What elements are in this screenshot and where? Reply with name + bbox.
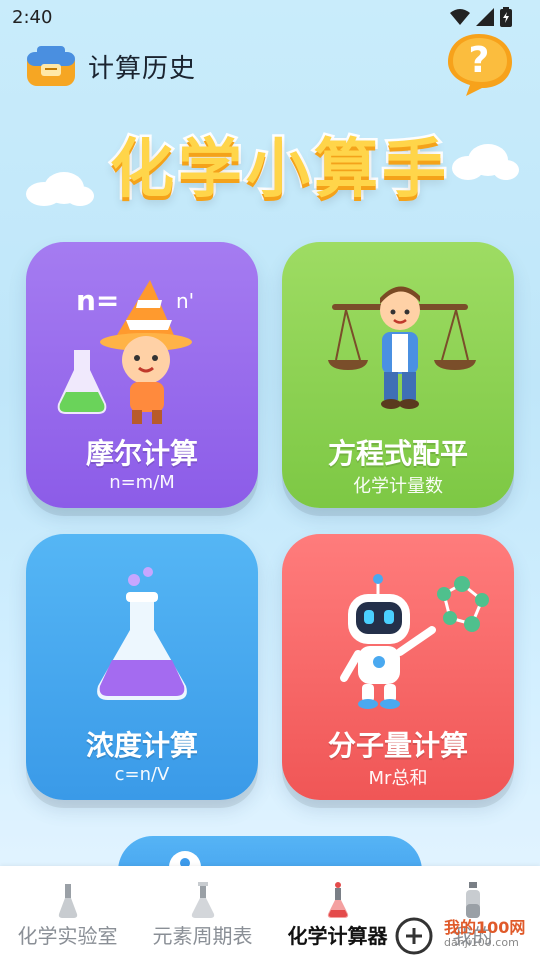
nav-label-calculator: 化学计算器: [287, 924, 388, 948]
balance-card-title: 方程式配平: [327, 437, 468, 470]
concentration-card-title: 浓度计算: [85, 729, 198, 762]
cellular-signal-icon: [476, 8, 494, 26]
mole-card-subtitle: n=m/M: [109, 472, 175, 493]
banner-title: 化学小算手: [108, 131, 450, 210]
history-label[interactable]: 计算历史: [88, 48, 196, 85]
nav-item-lab[interactable]: 化学实验室: [0, 866, 135, 960]
molecular-weight-card[interactable]: 分子量计算 Mr总和: [282, 534, 514, 800]
nav-item-periodic-table[interactable]: 元素周期表: [135, 866, 270, 960]
mole-card-title: 摩尔计算: [85, 437, 198, 470]
watermark-text: 我的100网: [444, 918, 526, 937]
status-icons: [450, 7, 512, 27]
watermark: 我的100网 danji100.com: [392, 912, 540, 960]
help-question-mark: ?: [468, 40, 490, 81]
concentration-card-subtitle: c=n/V: [114, 764, 170, 785]
wizard-flask-illustration: n= n': [57, 280, 194, 424]
balance-scale-illustration: [328, 286, 476, 409]
history-toolbox-icon[interactable]: [25, 42, 77, 88]
nav-label-periodic-table: 元素周期表: [152, 924, 253, 948]
banner: 化学小算手: [26, 112, 519, 222]
status-time: 2:40: [12, 7, 53, 28]
mr-card-title: 分子量计算: [327, 729, 468, 762]
watermark-logo-icon: [395, 917, 433, 955]
calculator-flask-icon: [327, 882, 348, 918]
battery-icon: [500, 7, 512, 27]
balance-card-subtitle: 化学计量数: [353, 476, 443, 497]
wifi-icon: [450, 9, 470, 25]
conical-flask-illustration: [97, 567, 187, 700]
formula-art-n-prime: n': [176, 289, 194, 313]
periodic-table-flask-icon: [191, 882, 214, 918]
watermark-sub: danji100.com: [444, 936, 519, 949]
mr-card-subtitle: Mr总和: [368, 768, 428, 789]
help-button[interactable]: ?: [444, 30, 514, 100]
nav-item-calculator[interactable]: 化学计算器: [270, 866, 405, 960]
mole-calculation-card[interactable]: n= n' 摩尔计算 n=m/M: [26, 242, 258, 508]
header: 计算历史 ?: [0, 34, 540, 100]
nav-label-lab: 化学实验室: [17, 924, 118, 948]
robot-molecule-illustration: [340, 574, 489, 709]
concentration-card[interactable]: 浓度计算 c=n/V: [26, 534, 258, 800]
equation-balance-card[interactable]: 方程式配平 化学计量数: [282, 242, 514, 508]
lab-flask-icon: [58, 884, 77, 918]
formula-art-n: n=: [76, 284, 119, 317]
